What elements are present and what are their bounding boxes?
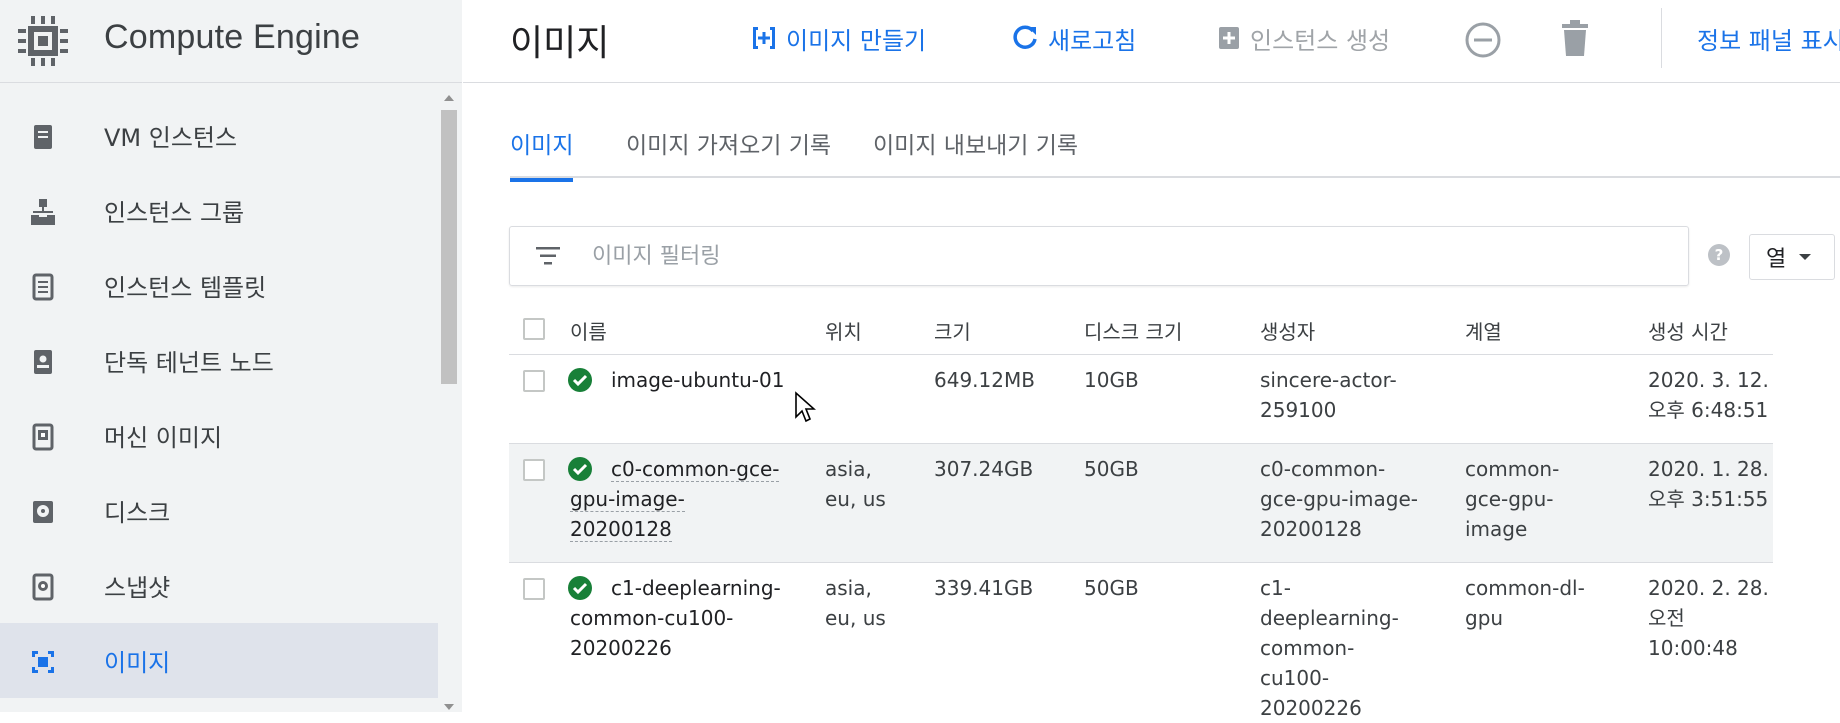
columns-button[interactable]: 열 <box>1749 234 1835 280</box>
add-box-icon <box>753 27 775 49</box>
image-size: 307.24GB <box>934 457 1034 481</box>
image-name[interactable]: c0-common-gce- gpu-image- 20200128 <box>570 454 810 544</box>
help-icon[interactable]: ? <box>1707 243 1731 267</box>
columns-label: 열 <box>1766 247 1787 272</box>
vm-instance-icon <box>34 125 52 149</box>
image-name[interactable]: image-ubuntu-01 <box>611 365 784 395</box>
create-image-label: 이미지 만들기 <box>786 26 927 55</box>
refresh-label: 새로고침 <box>1048 26 1137 55</box>
image-location: asia, eu, us <box>825 457 886 511</box>
sidebar-item-label: 인스턴스 그룹 <box>104 199 245 227</box>
refresh-icon <box>1013 25 1037 49</box>
sidebar-item-label: 이미지 <box>104 649 171 677</box>
table-row[interactable]: c0-common-gce- gpu-image- 20200128 asia,… <box>509 444 1773 563</box>
tab-export-history[interactable]: 이미지 내보내기 기록 <box>873 126 1078 182</box>
image-location: asia, eu, us <box>825 576 886 630</box>
image-disk-size: 50GB <box>1084 457 1139 481</box>
dropdown-arrow-icon <box>1799 254 1812 260</box>
disk-icon <box>33 501 53 523</box>
image-created-time: 2020. 3. 12. 오후 6:48:51 <box>1648 368 1769 422</box>
sidebar-item-disks[interactable]: 디스크 <box>0 473 438 548</box>
toolbar-divider <box>1661 8 1662 68</box>
column-header-location[interactable]: 위치 <box>825 316 862 345</box>
mouse-cursor-icon <box>795 391 816 423</box>
column-header-size[interactable]: 크기 <box>934 316 971 345</box>
show-info-panel-label: 정보 패널 표시 <box>1697 26 1840 55</box>
sidebar-item-images[interactable]: 이미지 <box>0 623 438 698</box>
toolbar: 이미지 이미지 만들기 새로고침 인스턴스 생성 정보 패널 표시 <box>463 0 1840 83</box>
create-instance-label: 인스턴스 생성 <box>1250 26 1391 55</box>
table-header: 이름 위치 크기 디스크 크기 생성자 계열 생성 시간 <box>509 306 1773 355</box>
image-name[interactable]: c1-deeplearning- common-cu100- 20200226 <box>570 573 810 663</box>
sole-tenant-node-icon <box>34 350 52 374</box>
sidebar-item-machine-images[interactable]: 머신 이미지 <box>0 398 438 473</box>
filter-input[interactable] <box>590 233 1674 279</box>
image-creator: c0-common-gce-gpu-image- 20200128 <box>1260 457 1419 541</box>
deprecate-icon[interactable] <box>1463 20 1503 60</box>
machine-image-icon <box>32 423 54 451</box>
chip-icon <box>18 16 68 66</box>
snapshot-icon <box>32 573 54 601</box>
sidebar-item-label: 인스턴스 템플릿 <box>104 274 267 302</box>
sidebar-item-label: VM 인스턴스 <box>104 124 238 152</box>
tab-bar: 이미지 이미지 가져오기 기록 이미지 내보내기 기록 <box>510 112 1840 182</box>
tab-import-history[interactable]: 이미지 가져오기 기록 <box>626 126 831 182</box>
create-instance-button[interactable]: 인스턴스 생성 <box>1216 18 1390 58</box>
table-row[interactable]: image-ubuntu-01 649.12MB 10GB sincere-ac… <box>509 355 1773 444</box>
sidebar-item-sole-tenant-nodes[interactable]: 단독 테넌트 노드 <box>0 323 438 398</box>
sidebar-item-label: 디스크 <box>104 499 171 527</box>
column-header-name[interactable]: 이름 <box>570 316 607 345</box>
create-image-button[interactable]: 이미지 만들기 <box>750 18 926 58</box>
column-header-created[interactable]: 생성 시간 <box>1648 316 1728 345</box>
sidebar-item-label: 머신 이미지 <box>104 424 223 452</box>
column-header-disk-size[interactable]: 디스크 크기 <box>1084 316 1182 345</box>
svg-text:?: ? <box>1715 246 1724 264</box>
sidebar: Compute Engine VM 인스턴스 인스턴스 그룹 인스턴스 템플릿 … <box>0 0 462 712</box>
sidebar-item-instance-groups[interactable]: 인스턴스 그룹 <box>0 173 438 248</box>
tab-images[interactable]: 이미지 <box>510 126 574 182</box>
filter-box <box>509 226 1689 286</box>
create-instance-icon <box>1219 27 1239 49</box>
row-checkbox[interactable] <box>523 459 545 481</box>
app-title: Compute Engine <box>104 18 361 56</box>
scroll-up-arrow-icon[interactable] <box>440 90 458 104</box>
image-icon <box>32 651 54 673</box>
image-family: common-dl-gpu <box>1465 576 1585 630</box>
image-created-time: 2020. 1. 28. 오후 3:51:55 <box>1648 457 1769 511</box>
image-size: 649.12MB <box>934 368 1035 392</box>
sidebar-item-snapshots[interactable]: 스냅샷 <box>0 548 438 623</box>
column-header-family[interactable]: 계열 <box>1465 316 1502 345</box>
row-checkbox[interactable] <box>523 578 545 600</box>
table-row[interactable]: c1-deeplearning- common-cu100- 20200226 … <box>509 563 1773 723</box>
image-disk-size: 10GB <box>1084 368 1139 392</box>
check-circle-icon <box>568 368 592 392</box>
show-info-panel-button[interactable]: 정보 패널 표시 <box>1697 18 1840 58</box>
sidebar-header: Compute Engine <box>0 0 462 83</box>
refresh-button[interactable]: 새로고침 <box>1010 18 1136 58</box>
image-creator: c1- deeplearning-common-cu100- 20200226 <box>1260 576 1399 720</box>
sidebar-item-instance-templates[interactable]: 인스턴스 템플릿 <box>0 248 438 323</box>
instance-template-icon <box>32 273 54 301</box>
scroll-down-arrow-icon[interactable] <box>440 700 458 712</box>
image-created-time: 2020. 2. 28. 오전 10:00:48 <box>1648 576 1769 660</box>
sidebar-item-label: 스냅샷 <box>104 574 171 602</box>
instance-group-icon <box>31 199 55 225</box>
image-creator: sincere-actor- 259100 <box>1260 368 1397 422</box>
select-all-checkbox[interactable] <box>523 318 545 340</box>
sidebar-scrollbar-thumb[interactable] <box>441 110 457 384</box>
main-content: 이미지 이미지 만들기 새로고침 인스턴스 생성 정보 패널 표시 이미지 이미… <box>463 0 1840 720</box>
image-family: common-gce-gpu-image <box>1465 457 1560 541</box>
column-header-creator[interactable]: 생성자 <box>1260 316 1315 345</box>
sidebar-item-vm-instances[interactable]: VM 인스턴스 <box>0 98 438 173</box>
image-size: 339.41GB <box>934 576 1034 600</box>
delete-icon[interactable] <box>1558 18 1592 58</box>
page-title: 이미지 <box>510 23 610 64</box>
image-disk-size: 50GB <box>1084 576 1139 600</box>
row-checkbox[interactable] <box>523 370 545 392</box>
sidebar-item-label: 단독 테넌트 노드 <box>104 349 274 377</box>
filter-list-icon <box>536 247 560 265</box>
